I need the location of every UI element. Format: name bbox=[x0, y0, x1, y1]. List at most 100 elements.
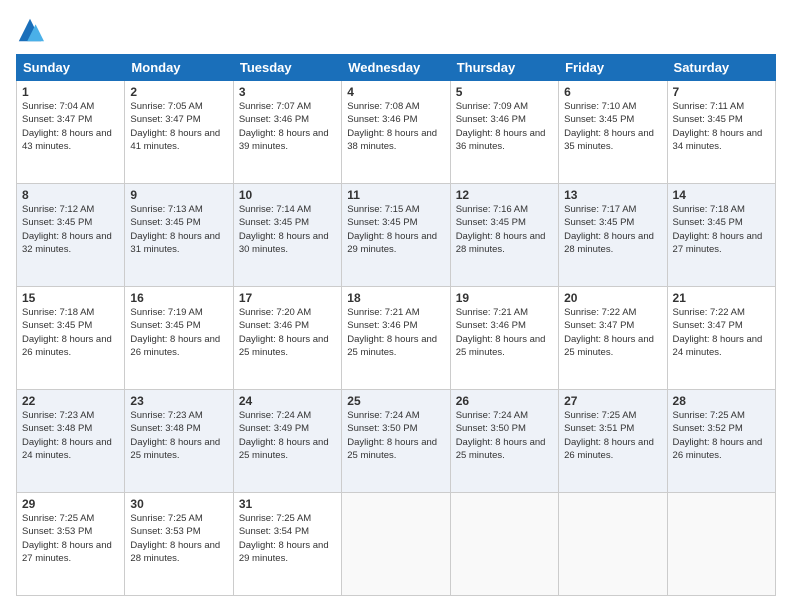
calendar-cell bbox=[450, 493, 558, 596]
day-info: Sunrise: 7:24 AMSunset: 3:50 PMDaylight:… bbox=[347, 409, 444, 462]
day-info: Sunrise: 7:22 AMSunset: 3:47 PMDaylight:… bbox=[564, 306, 661, 359]
calendar-cell: 8Sunrise: 7:12 AMSunset: 3:45 PMDaylight… bbox=[17, 184, 125, 287]
calendar-cell: 26Sunrise: 7:24 AMSunset: 3:50 PMDayligh… bbox=[450, 390, 558, 493]
day-info: Sunrise: 7:12 AMSunset: 3:45 PMDaylight:… bbox=[22, 203, 119, 256]
logo-icon bbox=[16, 16, 44, 44]
day-number: 14 bbox=[673, 188, 770, 202]
calendar-cell: 25Sunrise: 7:24 AMSunset: 3:50 PMDayligh… bbox=[342, 390, 450, 493]
day-number: 17 bbox=[239, 291, 336, 305]
day-info: Sunrise: 7:14 AMSunset: 3:45 PMDaylight:… bbox=[239, 203, 336, 256]
day-number: 23 bbox=[130, 394, 227, 408]
day-info: Sunrise: 7:16 AMSunset: 3:45 PMDaylight:… bbox=[456, 203, 553, 256]
weekday-header-thursday: Thursday bbox=[450, 55, 558, 81]
day-info: Sunrise: 7:24 AMSunset: 3:49 PMDaylight:… bbox=[239, 409, 336, 462]
day-number: 8 bbox=[22, 188, 119, 202]
day-info: Sunrise: 7:10 AMSunset: 3:45 PMDaylight:… bbox=[564, 100, 661, 153]
calendar-cell: 2Sunrise: 7:05 AMSunset: 3:47 PMDaylight… bbox=[125, 81, 233, 184]
day-number: 19 bbox=[456, 291, 553, 305]
day-number: 29 bbox=[22, 497, 119, 511]
day-number: 15 bbox=[22, 291, 119, 305]
day-info: Sunrise: 7:20 AMSunset: 3:46 PMDaylight:… bbox=[239, 306, 336, 359]
calendar-cell: 14Sunrise: 7:18 AMSunset: 3:45 PMDayligh… bbox=[667, 184, 775, 287]
header bbox=[16, 16, 776, 44]
day-info: Sunrise: 7:05 AMSunset: 3:47 PMDaylight:… bbox=[130, 100, 227, 153]
day-info: Sunrise: 7:18 AMSunset: 3:45 PMDaylight:… bbox=[22, 306, 119, 359]
day-number: 24 bbox=[239, 394, 336, 408]
day-info: Sunrise: 7:08 AMSunset: 3:46 PMDaylight:… bbox=[347, 100, 444, 153]
calendar-cell bbox=[342, 493, 450, 596]
day-info: Sunrise: 7:13 AMSunset: 3:45 PMDaylight:… bbox=[130, 203, 227, 256]
calendar-table: SundayMondayTuesdayWednesdayThursdayFrid… bbox=[16, 54, 776, 596]
calendar-week-4: 22 Sunrise: 7:23 AMSunset: 3:48 PMDayligh… bbox=[17, 390, 776, 493]
day-number: 30 bbox=[130, 497, 227, 511]
day-info: Sunrise: 7:09 AMSunset: 3:46 PMDaylight:… bbox=[456, 100, 553, 153]
calendar-cell: 4Sunrise: 7:08 AMSunset: 3:46 PMDaylight… bbox=[342, 81, 450, 184]
day-number: 27 bbox=[564, 394, 661, 408]
day-number: 22 bbox=[22, 394, 119, 408]
day-number: 3 bbox=[239, 85, 336, 99]
calendar-cell: 9Sunrise: 7:13 AMSunset: 3:45 PMDaylight… bbox=[125, 184, 233, 287]
weekday-header-saturday: Saturday bbox=[667, 55, 775, 81]
day-number: 20 bbox=[564, 291, 661, 305]
calendar-cell: 15Sunrise: 7:18 AMSunset: 3:45 PMDayligh… bbox=[17, 287, 125, 390]
day-number: 28 bbox=[673, 394, 770, 408]
calendar-cell: 17Sunrise: 7:20 AMSunset: 3:46 PMDayligh… bbox=[233, 287, 341, 390]
day-number: 13 bbox=[564, 188, 661, 202]
weekday-header-monday: Monday bbox=[125, 55, 233, 81]
weekday-header-wednesday: Wednesday bbox=[342, 55, 450, 81]
day-number: 11 bbox=[347, 188, 444, 202]
calendar-cell: 22Sunrise: 7:23 AMSunset: 3:48 PMDayligh… bbox=[17, 390, 125, 493]
calendar-cell: 11Sunrise: 7:15 AMSunset: 3:45 PMDayligh… bbox=[342, 184, 450, 287]
day-info: Sunrise: 7:25 AMSunset: 3:52 PMDaylight:… bbox=[673, 409, 770, 462]
calendar-cell: 20Sunrise: 7:22 AMSunset: 3:47 PMDayligh… bbox=[559, 287, 667, 390]
day-info: Sunrise: 7:23 AMSunset: 3:48 PMDaylight:… bbox=[130, 409, 227, 462]
calendar-cell: 10Sunrise: 7:14 AMSunset: 3:45 PMDayligh… bbox=[233, 184, 341, 287]
calendar-week-2: 8Sunrise: 7:12 AMSunset: 3:45 PMDaylight… bbox=[17, 184, 776, 287]
day-info: Sunrise: 7:19 AMSunset: 3:45 PMDaylight:… bbox=[130, 306, 227, 359]
day-number: 18 bbox=[347, 291, 444, 305]
weekday-header-row: SundayMondayTuesdayWednesdayThursdayFrid… bbox=[17, 55, 776, 81]
day-number: 5 bbox=[456, 85, 553, 99]
day-number: 4 bbox=[347, 85, 444, 99]
day-number: 16 bbox=[130, 291, 227, 305]
calendar-cell bbox=[667, 493, 775, 596]
day-info: Sunrise: 7:07 AMSunset: 3:46 PMDaylight:… bbox=[239, 100, 336, 153]
weekday-header-tuesday: Tuesday bbox=[233, 55, 341, 81]
day-number: 1 bbox=[22, 85, 119, 99]
calendar-week-5: 29Sunrise: 7:25 AMSunset: 3:53 PMDayligh… bbox=[17, 493, 776, 596]
day-info: Sunrise: 7:15 AMSunset: 3:45 PMDaylight:… bbox=[347, 203, 444, 256]
calendar-cell: 21Sunrise: 7:22 AMSunset: 3:47 PMDayligh… bbox=[667, 287, 775, 390]
day-number: 9 bbox=[130, 188, 227, 202]
day-number: 6 bbox=[564, 85, 661, 99]
calendar-cell: 27Sunrise: 7:25 AMSunset: 3:51 PMDayligh… bbox=[559, 390, 667, 493]
day-info: Sunrise: 7:22 AMSunset: 3:47 PMDaylight:… bbox=[673, 306, 770, 359]
day-info: Sunrise: 7:21 AMSunset: 3:46 PMDaylight:… bbox=[347, 306, 444, 359]
day-info: Sunrise: 7:18 AMSunset: 3:45 PMDaylight:… bbox=[673, 203, 770, 256]
day-number: 7 bbox=[673, 85, 770, 99]
day-number: 26 bbox=[456, 394, 553, 408]
calendar-cell bbox=[559, 493, 667, 596]
day-number: 31 bbox=[239, 497, 336, 511]
page: SundayMondayTuesdayWednesdayThursdayFrid… bbox=[0, 0, 792, 612]
day-number: 2 bbox=[130, 85, 227, 99]
logo bbox=[16, 16, 48, 44]
calendar-cell: 18Sunrise: 7:21 AMSunset: 3:46 PMDayligh… bbox=[342, 287, 450, 390]
calendar-cell: 12Sunrise: 7:16 AMSunset: 3:45 PMDayligh… bbox=[450, 184, 558, 287]
day-number: 10 bbox=[239, 188, 336, 202]
calendar-cell: 23Sunrise: 7:23 AMSunset: 3:48 PMDayligh… bbox=[125, 390, 233, 493]
weekday-header-sunday: Sunday bbox=[17, 55, 125, 81]
day-info: Sunrise: 7:25 AMSunset: 3:53 PMDaylight:… bbox=[130, 512, 227, 565]
calendar-cell: 19Sunrise: 7:21 AMSunset: 3:46 PMDayligh… bbox=[450, 287, 558, 390]
calendar-cell: 16Sunrise: 7:19 AMSunset: 3:45 PMDayligh… bbox=[125, 287, 233, 390]
day-number: 25 bbox=[347, 394, 444, 408]
day-number: 12 bbox=[456, 188, 553, 202]
day-info: Sunrise: 7:25 AMSunset: 3:53 PMDaylight:… bbox=[22, 512, 119, 565]
calendar-cell: 30Sunrise: 7:25 AMSunset: 3:53 PMDayligh… bbox=[125, 493, 233, 596]
day-info: Sunrise: 7:17 AMSunset: 3:45 PMDaylight:… bbox=[564, 203, 661, 256]
calendar-cell: 13Sunrise: 7:17 AMSunset: 3:45 PMDayligh… bbox=[559, 184, 667, 287]
calendar-cell: 29Sunrise: 7:25 AMSunset: 3:53 PMDayligh… bbox=[17, 493, 125, 596]
calendar-cell: 1Sunrise: 7:04 AMSunset: 3:47 PMDaylight… bbox=[17, 81, 125, 184]
calendar-cell: 5Sunrise: 7:09 AMSunset: 3:46 PMDaylight… bbox=[450, 81, 558, 184]
weekday-header-friday: Friday bbox=[559, 55, 667, 81]
calendar-cell: 7Sunrise: 7:11 AMSunset: 3:45 PMDaylight… bbox=[667, 81, 775, 184]
